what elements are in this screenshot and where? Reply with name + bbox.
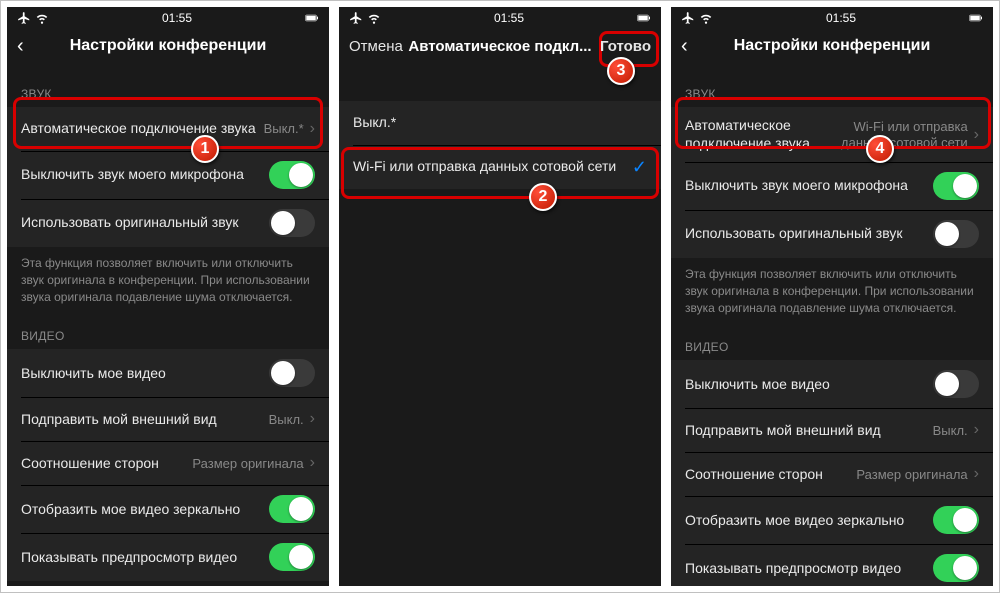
chevron-right-icon: › <box>310 455 315 471</box>
chevron-right-icon: › <box>310 411 315 427</box>
section-header-audio: ЗВУК <box>671 67 993 107</box>
toggle-mute-mic[interactable] <box>269 161 315 189</box>
screen-1: 01:55 ‹ Настройки конференции ЗВУК Автом… <box>7 7 329 586</box>
footnote-orig-audio: Эта функция позволяет включить или отклю… <box>7 247 329 309</box>
status-bar: 01:55 <box>339 7 661 27</box>
chevron-right-icon: › <box>310 121 315 137</box>
toggle-mute-video[interactable] <box>269 359 315 387</box>
section-header-audio: ЗВУК <box>7 67 329 107</box>
status-time: 01:55 <box>494 11 524 25</box>
row-orig-audio[interactable]: Использовать оригинальный звук <box>671 210 993 258</box>
row-mirror[interactable]: Отобразить мое видео зеркально <box>671 496 993 544</box>
status-bar: 01:55 <box>671 7 993 27</box>
toggle-mirror[interactable] <box>933 506 979 534</box>
status-bar: 01:55 <box>7 7 329 27</box>
airplane-icon <box>681 11 695 25</box>
section-header-video: ВИДЕО <box>7 309 329 349</box>
row-auto-audio[interactable]: Автоматическое подключение звука Wi-Fi и… <box>671 107 993 162</box>
row-mute-mic[interactable]: Выключить звук моего микрофона <box>671 162 993 210</box>
row-label: Использовать оригинальный звук <box>21 214 269 232</box>
status-time: 01:55 <box>162 11 192 25</box>
wifi-icon <box>367 11 381 25</box>
row-touchup[interactable]: Подправить мой внешний вид Выкл. › <box>7 397 329 441</box>
back-button[interactable]: ‹ <box>681 35 701 58</box>
chevron-right-icon: › <box>974 127 979 143</box>
row-value: Выкл.* <box>264 121 304 137</box>
battery-icon <box>637 11 651 25</box>
done-button[interactable]: Готово <box>600 38 651 55</box>
chevron-right-icon: › <box>974 466 979 482</box>
toggle-preview[interactable] <box>269 543 315 571</box>
badge-3: 3 <box>607 57 635 85</box>
airplane-icon <box>17 11 31 25</box>
row-preview[interactable]: Показывать предпросмотр видео <box>671 544 993 586</box>
toggle-preview[interactable] <box>933 554 979 582</box>
row-label: Выключить звук моего микрофона <box>21 166 269 184</box>
section-header-video: ВИДЕО <box>671 320 993 360</box>
toggle-mute-video[interactable] <box>933 370 979 398</box>
nav-title: Настройки конференции <box>7 37 329 55</box>
row-auto-audio[interactable]: Автоматическое подключение звука Выкл.* … <box>7 107 329 151</box>
row-mute-video[interactable]: Выключить мое видео <box>671 360 993 408</box>
row-aspect[interactable]: Соотношение сторон Размер оригинала › <box>671 452 993 496</box>
screen-3: 01:55 ‹ Настройки конференции ЗВУК Автом… <box>671 7 993 586</box>
back-button[interactable]: ‹ <box>17 35 37 58</box>
row-mirror[interactable]: Отобразить мое видео зеркально <box>7 485 329 533</box>
toggle-mirror[interactable] <box>269 495 315 523</box>
wifi-icon <box>699 11 713 25</box>
row-mute-mic[interactable]: Выключить звук моего микрофона <box>7 151 329 199</box>
row-label: Автоматическое подключение звука <box>21 120 264 138</box>
footnote-orig-audio: Эта функция позволяет включить или отклю… <box>671 258 993 320</box>
battery-icon <box>969 11 983 25</box>
badge-1: 1 <box>191 135 219 163</box>
nav-bar: ‹ Настройки конференции <box>7 27 329 67</box>
toggle-orig-audio[interactable] <box>269 209 315 237</box>
airplane-icon <box>349 11 363 25</box>
option-wifi-cellular[interactable]: Wi-Fi или отправка данных сотовой сети ✓ <box>339 145 661 189</box>
row-aspect[interactable]: Соотношение сторон Размер оригинала › <box>7 441 329 485</box>
chevron-right-icon: › <box>974 422 979 438</box>
row-orig-audio[interactable]: Использовать оригинальный звук <box>7 199 329 247</box>
status-time: 01:55 <box>826 11 856 25</box>
section-header-general: ОБЩИЕ <box>7 581 329 586</box>
row-touchup[interactable]: Подправить мой внешний вид Выкл. › <box>671 408 993 452</box>
nav-bar: ‹ Настройки конференции <box>671 27 993 67</box>
battery-icon <box>305 11 319 25</box>
toggle-orig-audio[interactable] <box>933 220 979 248</box>
option-off[interactable]: Выкл.* <box>339 101 661 145</box>
row-mute-video[interactable]: Выключить мое видео <box>7 349 329 397</box>
check-icon: ✓ <box>632 157 647 178</box>
nav-title: Настройки конференции <box>671 37 993 55</box>
wifi-icon <box>35 11 49 25</box>
badge-4: 4 <box>866 135 894 163</box>
screen-2: 01:55 Отмена Автоматическое подкл... Гот… <box>339 7 661 586</box>
badge-2: 2 <box>529 183 557 211</box>
toggle-mute-mic[interactable] <box>933 172 979 200</box>
row-preview[interactable]: Показывать предпросмотр видео <box>7 533 329 581</box>
cancel-button[interactable]: Отмена <box>349 38 403 55</box>
